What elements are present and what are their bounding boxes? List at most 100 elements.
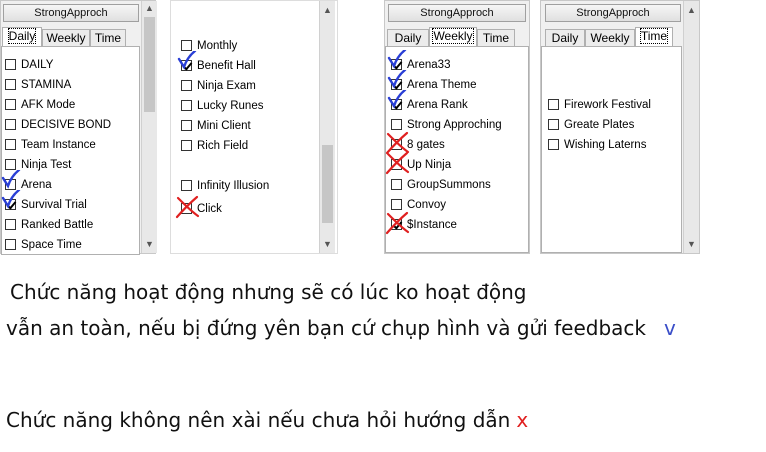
scroll-down-icon[interactable]: ▼ — [320, 237, 335, 251]
checkbox[interactable] — [391, 99, 402, 110]
checkbox-label: Monthly — [197, 40, 238, 52]
checkbox[interactable] — [181, 180, 192, 191]
tab-time[interactable]: Time — [90, 29, 126, 46]
scroll-up-icon[interactable]: ▲ — [684, 3, 699, 17]
checkbox[interactable] — [5, 119, 16, 130]
checkbox[interactable] — [181, 80, 192, 91]
checkbox[interactable] — [181, 40, 192, 51]
checkbox-label: Arena33 — [407, 59, 451, 71]
scrollbar[interactable]: ▲ ▼ — [319, 1, 335, 253]
checkbox[interactable] — [5, 59, 16, 70]
checkbox[interactable] — [5, 99, 16, 110]
tab-bar: Daily Weekly Time — [2, 27, 140, 47]
panel-daily: StrongApproch ▲ ▼ Daily Weekly Time DAIL… — [0, 0, 157, 255]
checkbox[interactable] — [391, 219, 402, 230]
scroll-thumb[interactable] — [144, 17, 155, 112]
scrollbar[interactable]: ▲ ▼ — [141, 1, 157, 253]
note-line-2-text: vẫn an toàn, nếu bị đứng yên bạn cứ chụp… — [6, 316, 646, 340]
scrollbar[interactable]: ▲ ▼ — [683, 1, 699, 253]
checkbox-label: Ninja Test — [21, 159, 72, 171]
checkbox-label: Arena — [21, 179, 52, 191]
checkbox[interactable] — [391, 139, 402, 150]
panel-time: StrongApproch ▲ ▼ Daily Weekly Time Fire… — [540, 0, 700, 254]
checkbox[interactable] — [391, 179, 402, 190]
checkbox-label: Benefit Hall — [197, 60, 256, 72]
note-line-3-text: Chức năng không nên xài nếu chưa hỏi hướ… — [6, 408, 511, 432]
checkbox-label: Wishing Laterns — [564, 139, 647, 151]
scroll-up-icon[interactable]: ▲ — [320, 3, 335, 17]
checkbox-label: Survival Trial — [21, 199, 87, 211]
tab-weekly[interactable]: Weekly — [42, 29, 90, 46]
checkbox[interactable] — [5, 139, 16, 150]
marker-v: v — [664, 316, 676, 340]
checkbox[interactable] — [181, 100, 192, 111]
checkbox[interactable] — [391, 119, 402, 130]
tab-weekly[interactable]: Weekly — [585, 29, 635, 46]
checkbox[interactable] — [181, 203, 192, 214]
checkbox-label: Convoy — [407, 199, 446, 211]
tab-daily[interactable]: Daily — [387, 29, 429, 46]
checkbox[interactable] — [5, 239, 16, 250]
checkbox-label: Click — [197, 203, 222, 215]
checkbox-label: DAILY — [21, 59, 54, 71]
note-line-2: vẫn an toàn, nếu bị đứng yên bạn cứ chụp… — [6, 316, 676, 340]
checkbox-label: Greate Plates — [564, 119, 635, 131]
checkbox-label: Arena Rank — [407, 99, 468, 111]
marker-x: x — [516, 408, 529, 432]
scroll-down-icon[interactable]: ▼ — [142, 237, 157, 251]
checkbox[interactable] — [548, 99, 559, 110]
checkbox[interactable] — [548, 119, 559, 130]
checkbox[interactable] — [5, 79, 16, 90]
tab-daily[interactable]: Daily — [545, 29, 585, 46]
checkbox[interactable] — [391, 79, 402, 90]
checkbox-list: Arena33 Arena Theme Arena Rank Strong Appro… — [385, 46, 529, 253]
checkbox[interactable] — [181, 140, 192, 151]
checkbox[interactable] — [5, 219, 16, 230]
panel-weekly: StrongApproch Daily Weekly Time Arena33 A… — [384, 0, 530, 254]
tab-time[interactable]: Time — [477, 29, 515, 46]
checkbox-label: 8 gates — [407, 139, 445, 151]
panel-weekly-list: Monthly Benefit Hall Ninja Exam Lucky Runes… — [170, 0, 338, 254]
scroll-thumb[interactable] — [322, 145, 333, 223]
checkbox[interactable] — [5, 159, 16, 170]
note-line-3: Chức năng không nên xài nếu chưa hỏi hướ… — [6, 408, 528, 432]
panel-title: StrongApproch — [3, 4, 139, 22]
checkbox[interactable] — [181, 60, 192, 71]
checkbox-label: Mini Client — [197, 120, 251, 132]
panel-title: StrongApproch — [388, 4, 526, 22]
checkbox-label: Strong Approching — [407, 119, 502, 131]
tab-bar: Daily Weekly Time — [387, 27, 527, 47]
checkbox[interactable] — [5, 199, 16, 210]
checkbox[interactable] — [5, 179, 16, 190]
checkbox-label: Ranked Battle — [21, 219, 94, 231]
checkbox-label: STAMINA — [21, 79, 72, 91]
checkbox-label: Space Time — [21, 239, 82, 251]
note-line-1: Chức năng hoạt động nhưng sẽ có lúc ko h… — [10, 280, 527, 304]
tab-weekly[interactable]: Weekly — [429, 27, 477, 47]
checkbox-label: DECISIVE BOND — [21, 119, 112, 131]
checkbox-list: Firework Festival Greate Plates Wishing La… — [541, 46, 682, 253]
panel-title: StrongApproch — [545, 4, 681, 22]
checkbox-label: Ninja Exam — [197, 80, 256, 92]
checkbox[interactable] — [391, 59, 402, 70]
checkbox-label: GroupSummons — [407, 179, 491, 191]
checkbox-label: Team Instance — [21, 139, 96, 151]
checkbox[interactable] — [181, 120, 192, 131]
checkbox-label: Up Ninja — [407, 159, 452, 171]
checkbox-list: DAILY STAMINA AFK Mode DECISIVE BOND Team In… — [1, 46, 140, 255]
scroll-up-icon[interactable]: ▲ — [142, 1, 157, 15]
checkbox-label: Rich Field — [197, 140, 249, 152]
checkbox-label: Arena Theme — [407, 79, 477, 91]
checkbox-label: Lucky Runes — [197, 100, 264, 112]
checkbox[interactable] — [391, 159, 402, 170]
checkbox-label: Infinity Illusion — [197, 180, 270, 192]
checkbox[interactable] — [548, 139, 559, 150]
checkbox-label: $Instance — [407, 219, 457, 231]
checkbox-list: Monthly Benefit Hall Ninja Exam Lucky Runes… — [171, 1, 319, 253]
scroll-down-icon[interactable]: ▼ — [684, 237, 699, 251]
checkbox[interactable] — [391, 199, 402, 210]
tab-daily[interactable]: Daily — [2, 27, 42, 47]
tab-time[interactable]: Time — [635, 27, 673, 47]
checkbox-label: Firework Festival — [564, 99, 651, 111]
checkbox-label: AFK Mode — [21, 99, 76, 111]
